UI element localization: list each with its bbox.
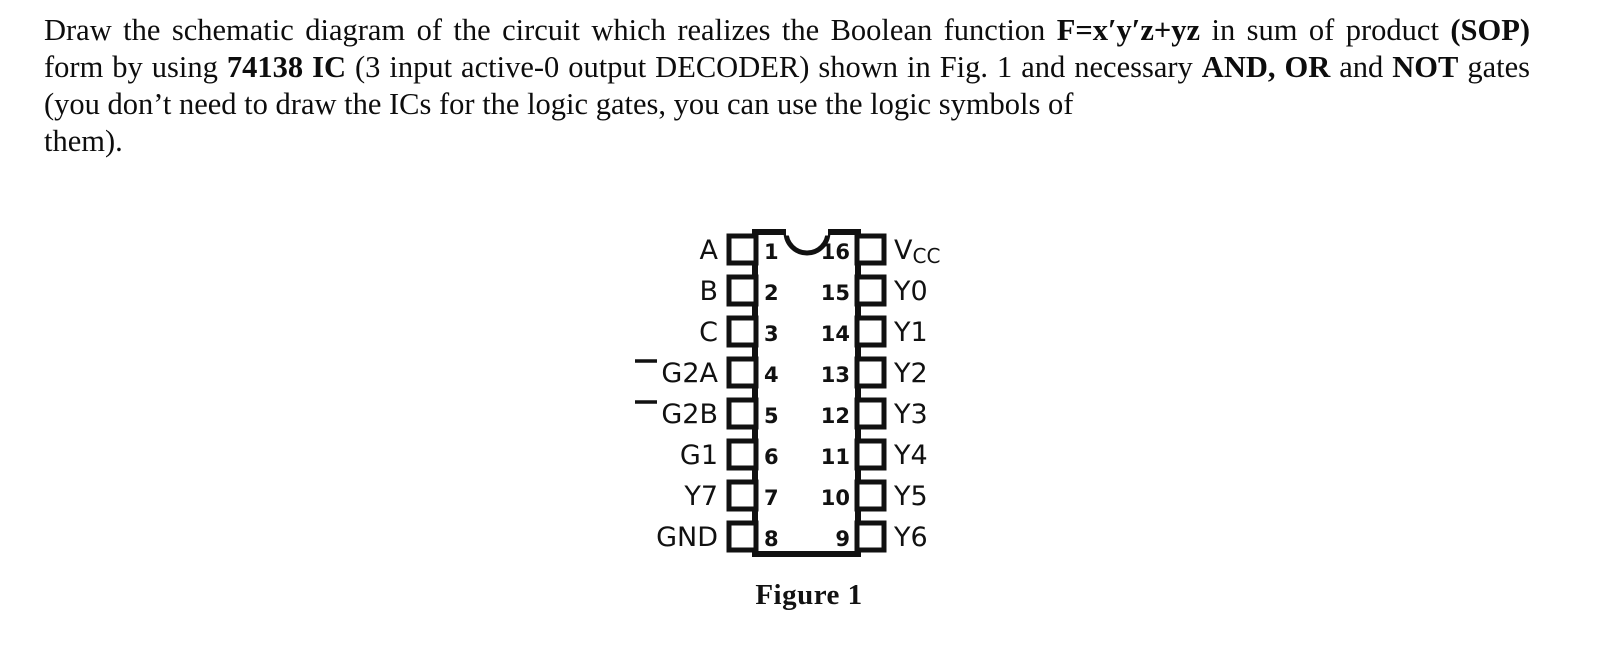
pin-label-y4: Y4 xyxy=(893,440,928,471)
figure-1-container: 1 2 3 4 5 6 7 8 16 15 14 13 12 11 10 9 A… xyxy=(0,196,1618,660)
pin-tab-2 xyxy=(726,274,759,307)
pin-tab-12 xyxy=(854,397,887,430)
pin-label-g2a: G2A xyxy=(661,358,718,389)
sop-label: (SOP) xyxy=(1450,13,1530,47)
pin-label-y5: Y5 xyxy=(893,481,928,512)
pin-label-vcc-main: V xyxy=(894,235,913,266)
pin-tab-7 xyxy=(726,479,759,512)
pin-label-y3: Y3 xyxy=(893,399,928,430)
pin-number-12: 12 xyxy=(821,404,850,428)
or-gate-label: OR xyxy=(1284,50,1331,84)
pin-tab-10 xyxy=(854,479,887,512)
pin-label-y6: Y6 xyxy=(893,522,928,553)
and-gate-label: AND, xyxy=(1201,50,1276,84)
pin-label-a: A xyxy=(700,235,719,266)
pin-label-c: C xyxy=(699,317,718,348)
left-pin-tabs xyxy=(726,233,759,553)
ic-pinout-diagram: 1 2 3 4 5 6 7 8 16 15 14 13 12 11 10 9 A… xyxy=(588,220,1028,570)
pin-number-4: 4 xyxy=(764,363,779,387)
pin-label-vcc: VCC xyxy=(894,235,940,268)
pin-label-b: B xyxy=(699,276,718,307)
question-text-part: (3 input active-0 output DECODER xyxy=(345,50,800,84)
pin-number-2: 2 xyxy=(764,281,779,305)
question-paragraph: Draw the schematic diagram of the circui… xyxy=(44,12,1530,160)
left-pin-labels: A B C G2A G2B G1 Y7 GND xyxy=(635,235,719,553)
figure-caption: Figure 1 xyxy=(755,579,863,611)
pin-label-y7: Y7 xyxy=(683,481,718,512)
ic-name-label: 74138 IC xyxy=(226,50,346,84)
pin-number-16: 16 xyxy=(821,240,850,264)
pin-label-g1: G1 xyxy=(680,440,718,471)
question-text-part: ) shown in Fig. 1 and necessary xyxy=(799,50,1202,84)
pin-label-y1: Y1 xyxy=(893,317,928,348)
pin-tab-5 xyxy=(726,397,759,430)
pin-number-9: 9 xyxy=(835,527,850,551)
pin-tab-4 xyxy=(726,356,759,389)
pin-label-vcc-sub: CC xyxy=(912,244,940,268)
pin-tab-6 xyxy=(726,438,759,471)
question-text-part: form by using xyxy=(44,50,227,84)
pin-label-gnd: GND xyxy=(656,522,718,553)
pin-tab-16 xyxy=(854,233,887,266)
pin-label-g2b: G2B xyxy=(661,399,718,430)
question-text-part: and xyxy=(1330,50,1393,84)
question-text-part: Draw the schematic diagram of the circui… xyxy=(44,13,1057,47)
question-text-part: in sum of product xyxy=(1200,13,1451,47)
pin-number-8: 8 xyxy=(764,527,779,551)
pin-number-7: 7 xyxy=(764,486,779,510)
pin-tab-1 xyxy=(726,233,759,266)
pin-tab-3 xyxy=(726,315,759,348)
right-pin-tabs xyxy=(854,233,887,553)
pin-tab-13 xyxy=(854,356,887,389)
pin-number-14: 14 xyxy=(821,322,850,346)
pin-tab-9 xyxy=(854,520,887,553)
right-pin-labels: VCC Y0 Y1 Y2 Y3 Y4 Y5 Y6 xyxy=(893,235,940,553)
pin-number-15: 15 xyxy=(821,281,850,305)
pin-tab-15 xyxy=(854,274,887,307)
pin-tab-14 xyxy=(854,315,887,348)
pin-number-10: 10 xyxy=(821,486,850,510)
boolean-function-formula: F=x′y′z+yz xyxy=(1056,13,1201,47)
pin-label-y0: Y0 xyxy=(893,276,928,307)
pin-tab-11 xyxy=(854,438,887,471)
question-text-lastline: them). xyxy=(44,124,123,158)
pin-number-5: 5 xyxy=(764,404,779,428)
pin-number-11: 11 xyxy=(821,445,850,469)
pin-label-y2: Y2 xyxy=(893,358,928,389)
pin-number-6: 6 xyxy=(764,445,779,469)
pin-number-1: 1 xyxy=(764,240,779,264)
pin-number-13: 13 xyxy=(821,363,850,387)
pin-number-3: 3 xyxy=(764,322,779,346)
ic-package-svg: 1 2 3 4 5 6 7 8 16 15 14 13 12 11 10 9 A… xyxy=(635,228,940,557)
pin-tab-8 xyxy=(726,520,759,553)
not-gate-label: NOT xyxy=(1392,50,1459,84)
